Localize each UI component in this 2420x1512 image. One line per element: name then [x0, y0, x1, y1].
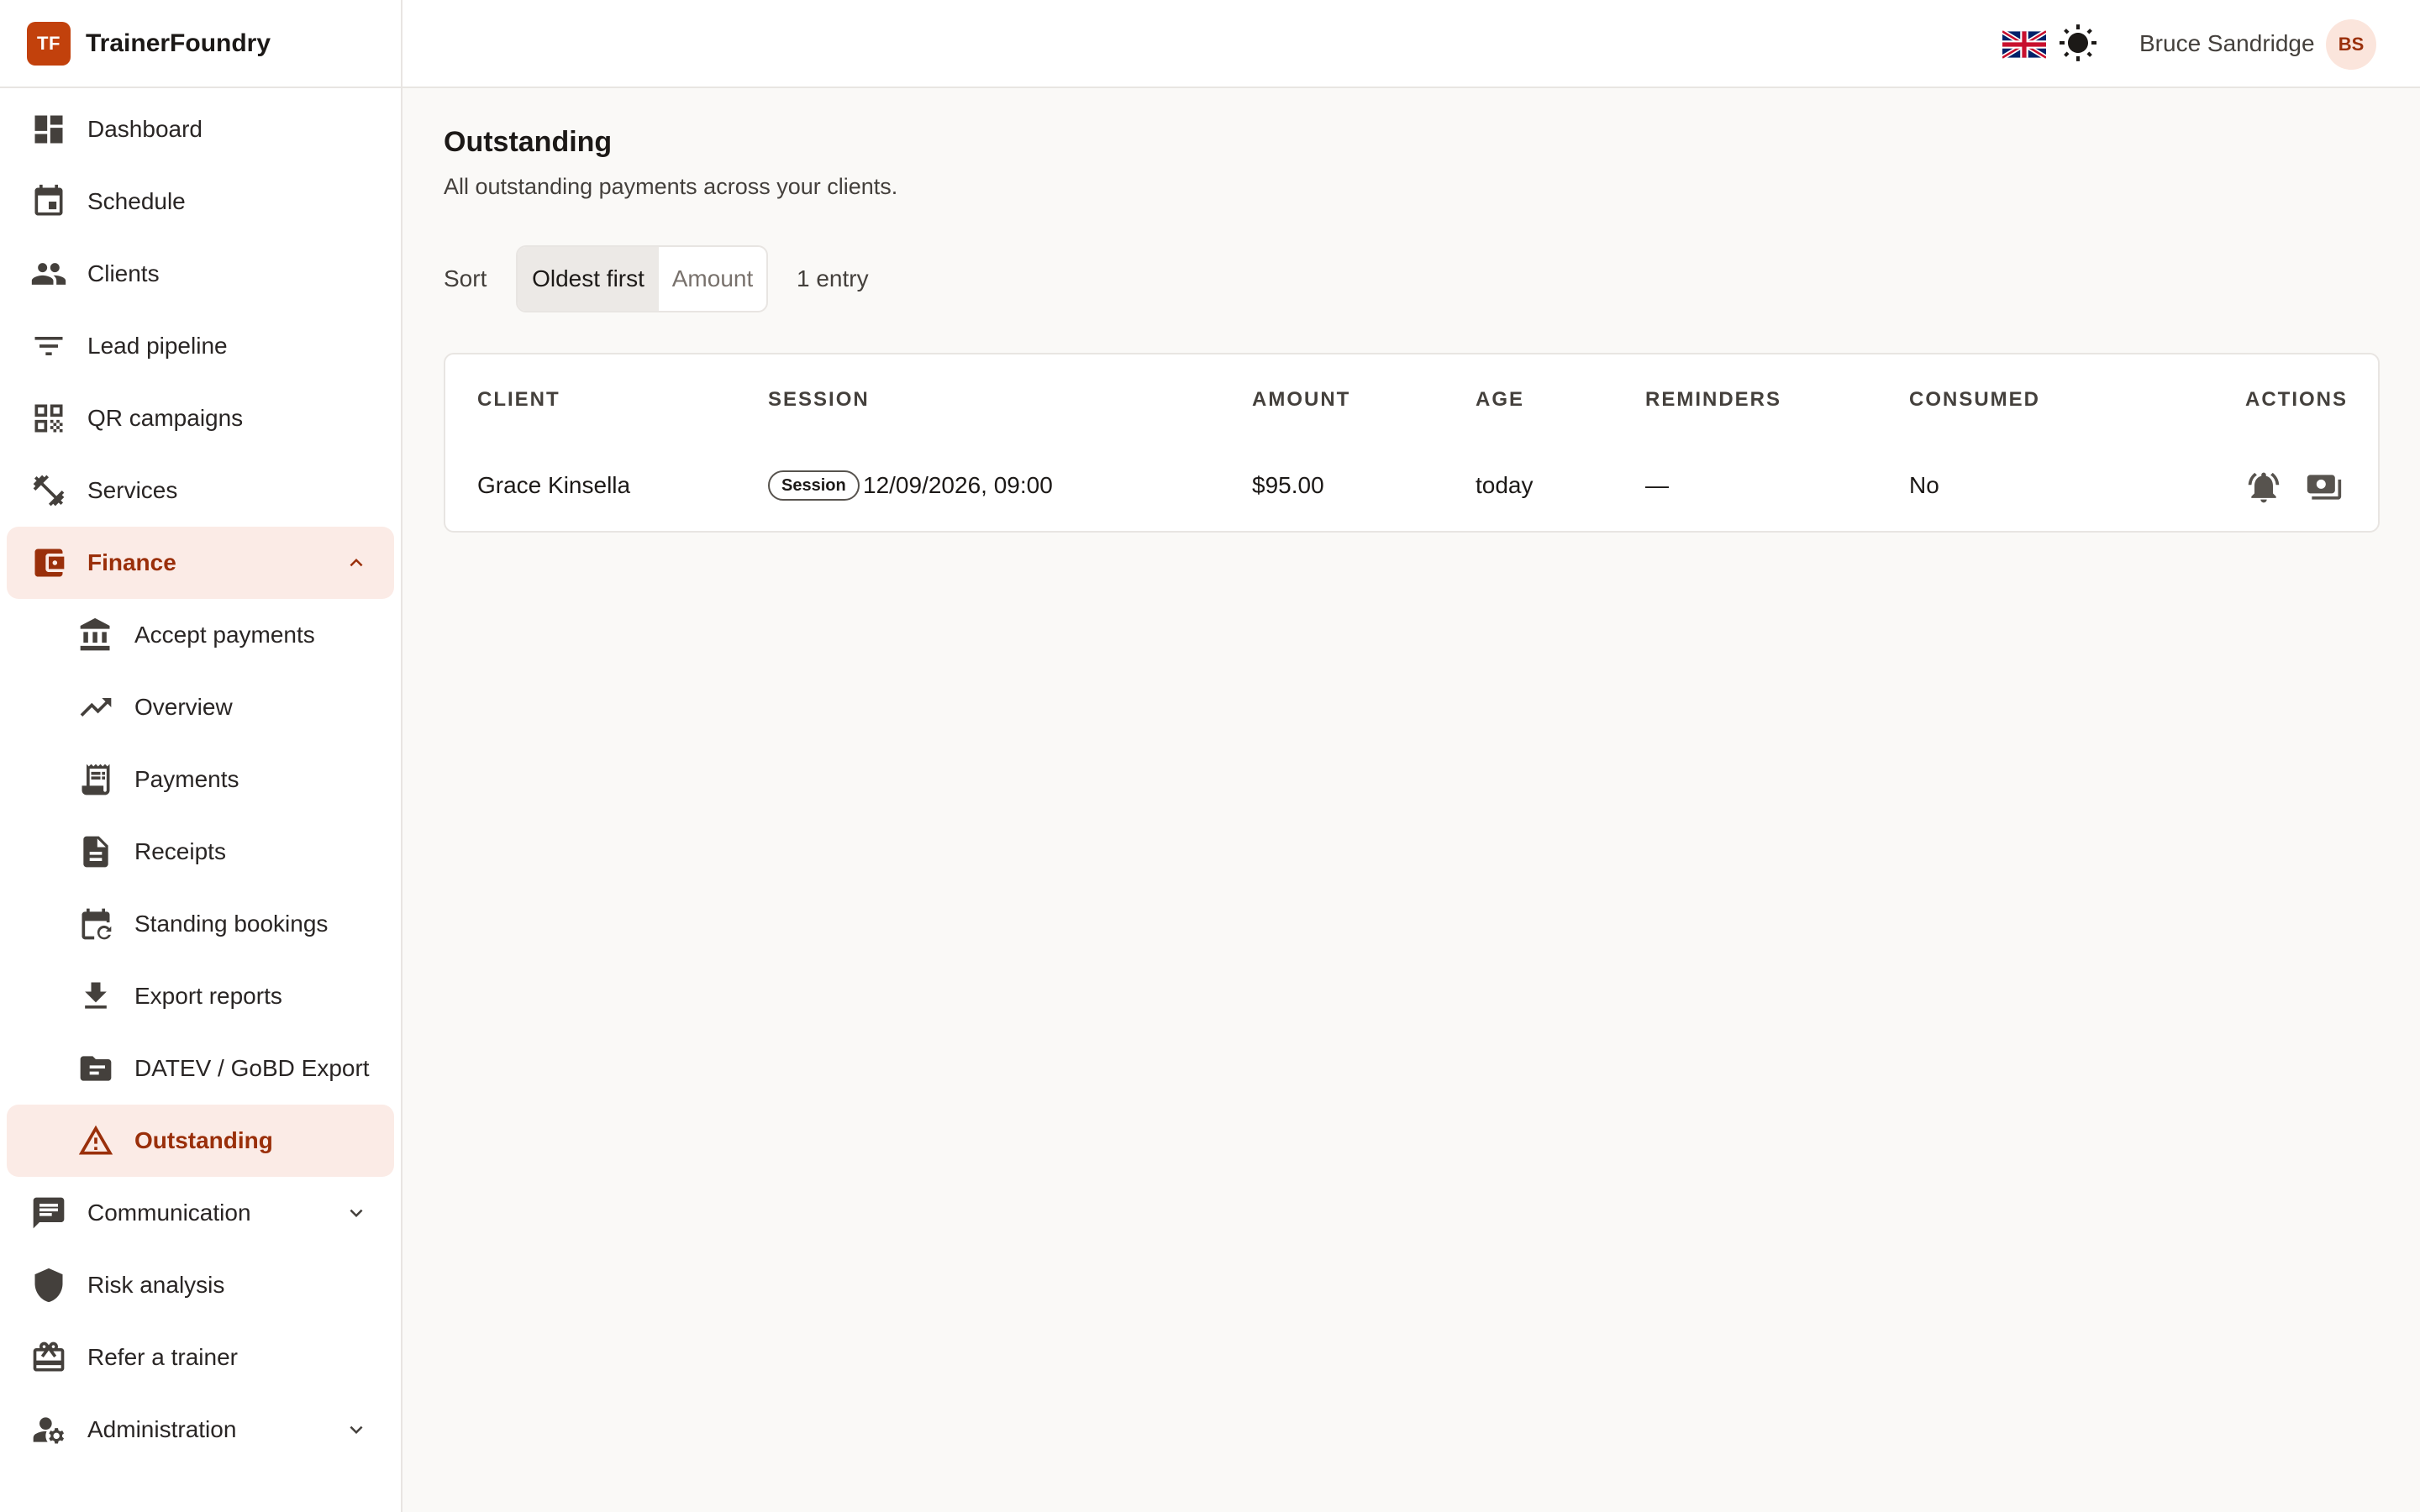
sidebar-item-payments[interactable]: Payments	[7, 743, 394, 816]
calendar-repeat-icon	[77, 906, 114, 942]
trending-up-icon	[77, 689, 114, 726]
sidebar-item-label: Risk analysis	[87, 1272, 225, 1298]
sort-option-amount[interactable]: Amount	[659, 247, 766, 311]
people-icon	[30, 255, 67, 292]
sidebar-item-export-reports[interactable]: Export reports	[7, 960, 394, 1032]
sidebar-item-label: Payments	[134, 766, 239, 792]
sidebar-item-label: DATEV / GoBD Export	[134, 1055, 370, 1081]
bank-icon	[77, 617, 114, 654]
cell-amount: $95.00	[1252, 472, 1324, 498]
dashboard-icon	[30, 111, 67, 148]
dumbbell-icon	[30, 472, 67, 509]
sidebar-item-label: Accept payments	[134, 622, 315, 648]
sidebar-item-label: QR campaigns	[87, 405, 244, 431]
sidebar-item-services[interactable]: Services	[7, 454, 394, 527]
sidebar-item-receipts[interactable]: Receipts	[7, 816, 394, 888]
session-type-badge: Session	[768, 470, 860, 501]
sidebar-item-outstanding[interactable]: Outstanding	[7, 1105, 394, 1177]
sidebar-item-label: Lead pipeline	[87, 333, 228, 359]
sidebar-item-label: Finance	[87, 549, 176, 575]
admin-settings-icon	[30, 1411, 67, 1448]
sidebar-item-overview[interactable]: Overview	[7, 671, 394, 743]
cell-session-datetime: 12/09/2026, 09:00	[863, 472, 1053, 498]
cell-age: today	[1476, 472, 1534, 498]
folder-icon	[77, 1050, 114, 1087]
topbar: Bruce Sandridge BS	[402, 0, 2420, 88]
sidebar-item-administration[interactable]: Administration	[7, 1394, 394, 1466]
brand[interactable]: TF TrainerFoundry	[0, 0, 401, 88]
sidebar-item-label: Refer a trainer	[87, 1344, 238, 1370]
sort-toolbar: Sort Oldest first Amount 1 entry	[444, 126, 1116, 319]
sidebar-item-datev-export[interactable]: DATEV / GoBD Export	[7, 1032, 394, 1105]
sidebar-item-label: Outstanding	[134, 1127, 273, 1153]
calendar-icon	[30, 183, 67, 220]
sidebar-item-label: Standing bookings	[134, 911, 329, 937]
brand-name: TrainerFoundry	[86, 29, 271, 57]
column-header-session: SESSION	[768, 388, 870, 411]
sidebar-item-finance[interactable]: Finance	[7, 527, 394, 599]
column-header-client: CLIENT	[477, 388, 560, 411]
shield-icon	[30, 1267, 67, 1304]
gift-card-icon	[30, 1339, 67, 1376]
sidebar-item-label: Receipts	[134, 838, 226, 864]
sidebar-item-label: Dashboard	[87, 116, 203, 142]
sidebar-item-label: Overview	[134, 694, 233, 720]
sort-label: Sort	[444, 265, 487, 291]
sidebar-item-label: Export reports	[134, 983, 282, 1009]
sidebar: TF TrainerFoundry Dashboard Schedule Cli…	[0, 0, 402, 1512]
warning-icon	[77, 1122, 114, 1159]
sort-option-oldest-first[interactable]: Oldest first	[518, 247, 659, 311]
sidebar-item-dashboard[interactable]: Dashboard	[7, 93, 394, 165]
column-header-age: AGE	[1476, 388, 1525, 411]
column-header-consumed: CONSUMED	[1909, 388, 2041, 411]
document-icon	[77, 833, 114, 870]
sidebar-item-standing-bookings[interactable]: Standing bookings	[7, 888, 394, 960]
receipt-long-icon	[77, 761, 114, 798]
sort-segmented-control: Oldest first Amount	[516, 245, 768, 312]
user-name[interactable]: Bruce Sandridge	[2139, 30, 2315, 57]
sidebar-item-label: Clients	[87, 260, 160, 286]
uk-flag-icon[interactable]	[2002, 30, 2046, 59]
send-reminder-icon[interactable]	[2245, 469, 2282, 506]
sidebar-item-qr-campaigns[interactable]: QR campaigns	[7, 382, 394, 454]
sidebar-item-refer-a-trainer[interactable]: Refer a trainer	[7, 1321, 394, 1394]
sidebar-item-label: Communication	[87, 1200, 251, 1226]
sidebar-nav: Dashboard Schedule Clients Lead pipeline…	[0, 88, 401, 1466]
column-header-actions: ACTIONS	[2245, 388, 2348, 411]
outstanding-table: CLIENT SESSION AMOUNT AGE REMINDERS CONS…	[444, 353, 2380, 533]
filter-icon	[30, 328, 67, 365]
brand-logo: TF	[27, 21, 71, 66]
chat-icon	[30, 1194, 67, 1231]
sidebar-item-clients[interactable]: Clients	[7, 238, 394, 310]
cell-reminders: —	[1645, 472, 1669, 498]
sidebar-item-risk-analysis[interactable]: Risk analysis	[7, 1249, 394, 1321]
cell-client[interactable]: Grace Kinsella	[477, 472, 630, 499]
sidebar-item-schedule[interactable]: Schedule	[7, 165, 394, 238]
sidebar-item-label: Services	[87, 477, 178, 503]
record-payment-icon[interactable]	[2306, 469, 2343, 506]
sidebar-item-accept-payments[interactable]: Accept payments	[7, 599, 394, 671]
download-icon	[77, 978, 114, 1015]
wallet-icon	[30, 544, 67, 581]
sidebar-item-label: Administration	[87, 1416, 237, 1442]
column-header-amount: AMOUNT	[1252, 388, 1351, 411]
entry-count: 1 entry	[797, 265, 869, 291]
cell-consumed: No	[1909, 472, 1939, 498]
sidebar-item-lead-pipeline[interactable]: Lead pipeline	[7, 310, 394, 382]
sidebar-item-communication[interactable]: Communication	[7, 1177, 394, 1249]
sun-icon[interactable]	[2058, 24, 2098, 64]
sidebar-item-label: Schedule	[87, 188, 186, 214]
qr-code-icon	[30, 400, 67, 437]
avatar[interactable]: BS	[2326, 19, 2376, 70]
chevron-down-icon[interactable]	[344, 1200, 369, 1226]
column-header-reminders: REMINDERS	[1645, 388, 1782, 411]
chevron-up-icon[interactable]	[344, 550, 369, 575]
chevron-down-icon[interactable]	[344, 1417, 369, 1442]
